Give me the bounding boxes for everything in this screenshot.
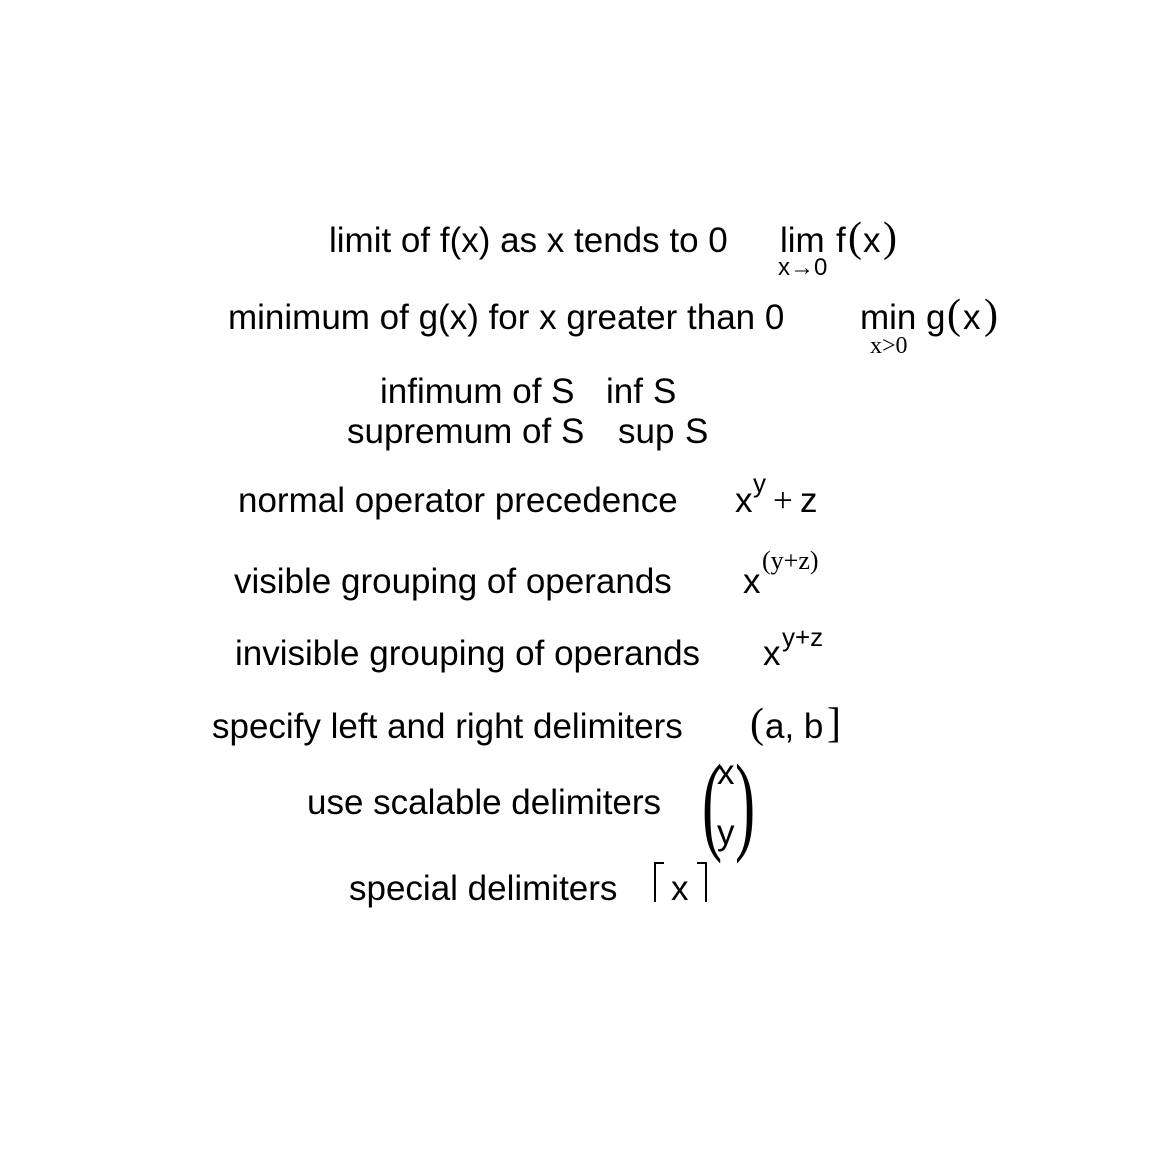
supremum-label: supremum of S [347,412,585,451]
lim-function: f [836,221,846,260]
inf-operator: inf [606,372,643,411]
scalable-label: use scalable delimiters [307,783,662,822]
min-subscript: x>0 [870,333,908,359]
scalable-bottom: y [717,813,735,852]
lim-left-paren: ( [848,215,862,261]
min-function: g [926,298,946,337]
normal-term: z [800,481,818,520]
lim-operator: lim [780,221,825,260]
invisible-exponent: y+z [782,622,824,652]
minimum-label: minimum of g(x) for x greater than 0 [228,298,785,337]
limit-label: limit of f(x) as x tends to 0 [329,221,728,260]
lim-argument: x [863,221,881,260]
scalable-top: x [717,753,735,792]
lim-subscript: x→0 [778,254,828,281]
sup-operator: sup [618,412,675,451]
ceil-left-vertical [654,862,656,902]
visible-exponent: (y+z) [762,546,819,575]
lim-right-paren: ) [883,215,897,261]
invisible-grouping-label: invisible grouping of operands [235,634,701,673]
delimiters-label: specify left and right delimiters [212,707,683,746]
min-argument: x [963,298,981,337]
delimiters-right: ] [827,701,841,747]
inf-argument: S [653,372,677,411]
special-content: x [671,869,689,908]
normal-plus: + [773,481,793,520]
normal-exponent: y [753,468,766,498]
infimum-label: infimum of S [380,372,575,411]
visible-base: x [743,562,761,601]
normal-base: x [735,481,753,520]
scalable-right-paren: ) [735,742,756,864]
visible-grouping-label: visible grouping of operands [234,562,672,601]
ceil-left-top [654,862,664,864]
normal-precedence-label: normal operator precedence [238,481,678,520]
invisible-base: x [763,634,781,673]
sup-argument: S [685,412,709,451]
min-left-paren: ( [947,292,961,338]
delimiters-left: ( [750,701,764,747]
min-operator: min [860,298,917,337]
special-label: special delimiters [349,869,618,908]
delimiters-content: a, b [765,707,824,746]
min-right-paren: ) [984,292,998,338]
ceil-right-vertical [705,862,707,902]
